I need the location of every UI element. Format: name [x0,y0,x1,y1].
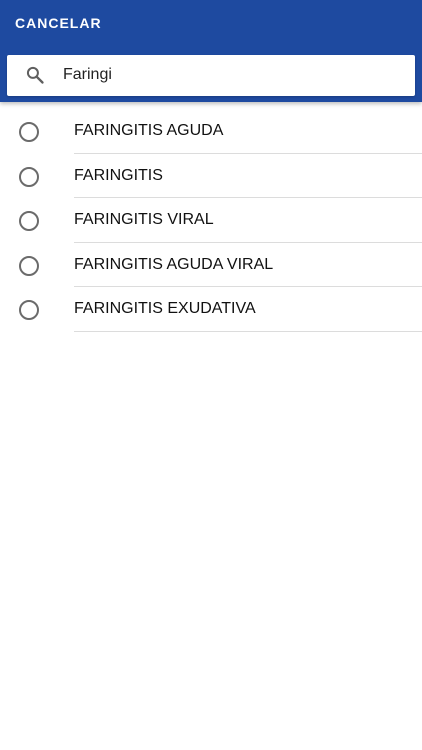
radio-button[interactable] [19,211,39,231]
divider [74,330,422,332]
results-list: FARINGITIS AGUDA FARINGITIS FARINGITIS V… [0,109,422,332]
list-item-label: FARINGITIS VIRAL [74,211,214,228]
search-input[interactable] [63,61,403,89]
list-item-label: FARINGITIS [74,166,163,184]
list-item[interactable]: FARINGITIS EXUDATIVA [0,287,422,332]
radio-button[interactable] [19,166,39,187]
list-item[interactable]: FARINGITIS [0,154,422,198]
list-item[interactable]: FARINGITIS AGUDA [0,109,422,154]
list-item-label: FARINGITIS EXUDATIVA [74,300,256,317]
list-item[interactable]: FARINGITIS AGUDA VIRAL [0,243,422,287]
cancel-button[interactable]: CANCELAR [15,14,102,32]
radio-button[interactable] [19,122,39,142]
app-header: CANCELAR [0,0,422,102]
radio-button[interactable] [19,300,39,320]
radio-button[interactable] [19,255,39,276]
list-item-label: FARINGITIS AGUDA [74,122,224,139]
list-item[interactable]: FARINGITIS VIRAL [0,198,422,243]
list-item-label: FARINGITIS AGUDA VIRAL [74,255,274,273]
search-icon [26,66,44,84]
search-bar[interactable] [7,55,415,96]
